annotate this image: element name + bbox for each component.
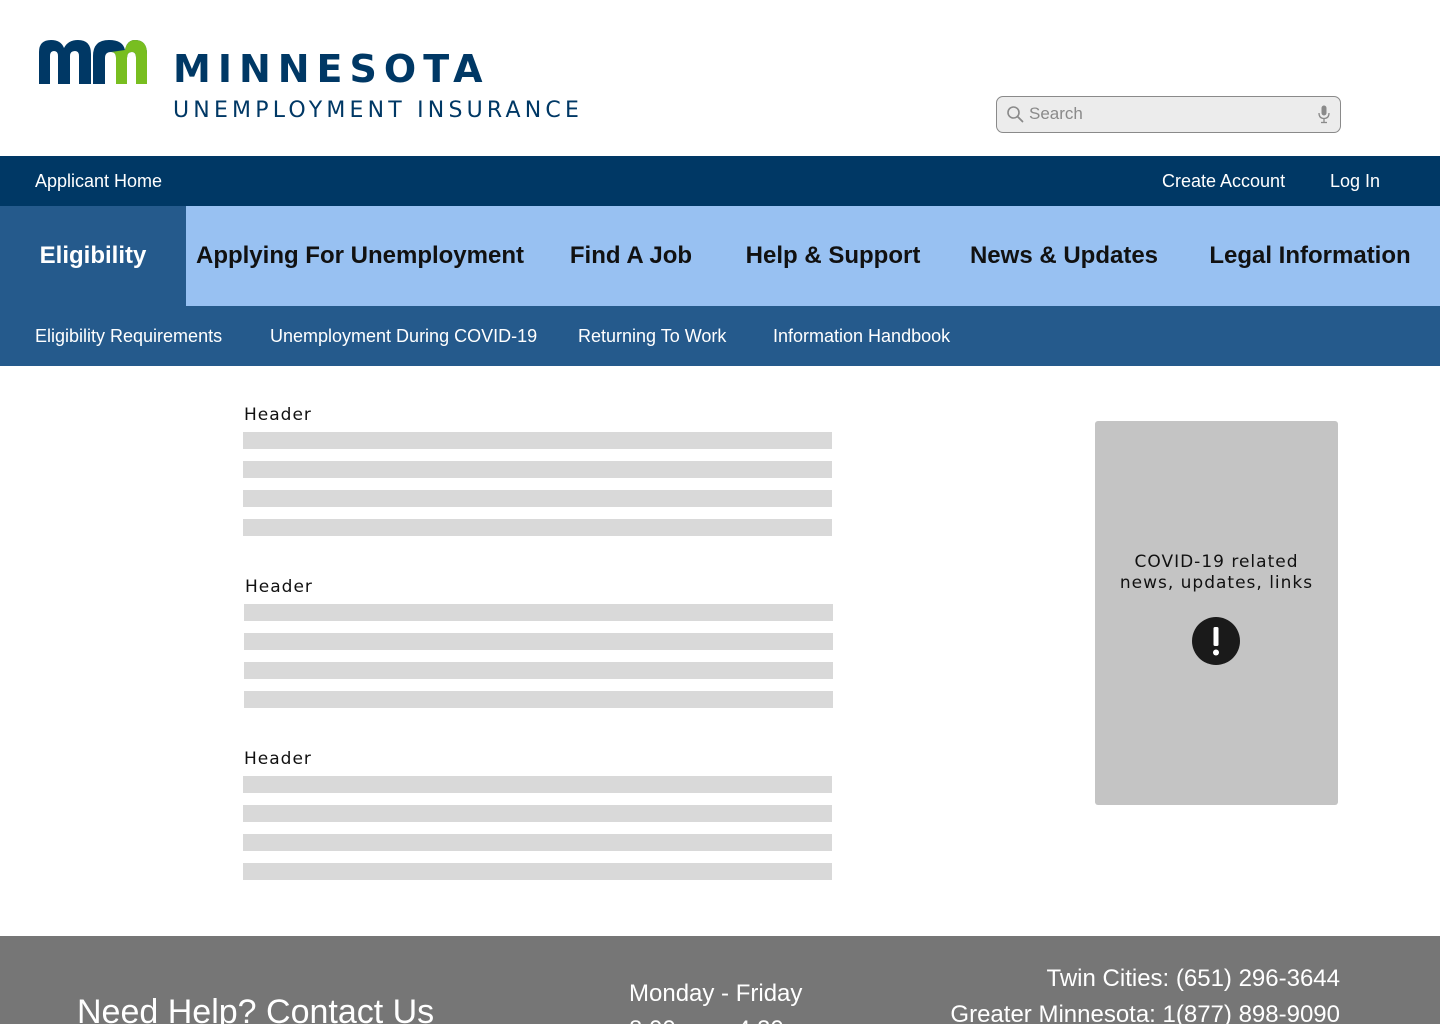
log-in-link[interactable]: Log In xyxy=(1330,171,1380,191)
text-placeholder-line xyxy=(244,604,833,621)
tab-find-a-job[interactable]: Find A Job xyxy=(546,206,716,306)
section-header: Header xyxy=(245,577,313,597)
tab-applying-for-unemployment[interactable]: Applying For Unemployment xyxy=(186,206,534,306)
text-placeholder-line xyxy=(244,633,833,650)
create-account-link[interactable]: Create Account xyxy=(1162,171,1285,191)
microphone-icon[interactable] xyxy=(1318,105,1330,124)
applicant-home-link[interactable]: Applicant Home xyxy=(35,171,162,191)
text-placeholder-line xyxy=(243,519,832,536)
text-placeholder-line xyxy=(243,834,832,851)
site-header: MINNESOTA UNEMPLOYMENT INSURANCE xyxy=(0,0,1440,156)
subnav-returning-to-work[interactable]: Returning To Work xyxy=(578,326,726,346)
text-placeholder-line xyxy=(244,662,833,679)
main-nav: Eligibility Applying For Unemployment Fi… xyxy=(0,206,1440,306)
search-input[interactable] xyxy=(1029,103,1309,125)
covid-info-card[interactable]: COVID-19 related news, updates, links xyxy=(1095,421,1338,805)
hours-time: 8:00 am - 4:30 pm xyxy=(629,1016,824,1024)
subnav-eligibility-requirements[interactable]: Eligibility Requirements xyxy=(35,326,222,346)
text-placeholder-line xyxy=(243,863,832,880)
text-placeholder-line xyxy=(243,490,832,507)
section-header: Header xyxy=(244,749,312,769)
logo-subtitle: UNEMPLOYMENT INSURANCE xyxy=(173,98,584,123)
text-placeholder-line xyxy=(244,691,833,708)
phone-greater-minnesota[interactable]: Greater Minnesota: 1(877) 898-9090 xyxy=(950,1001,1340,1024)
tab-news-updates[interactable]: News & Updates xyxy=(960,206,1168,306)
text-placeholder-line xyxy=(243,805,832,822)
tab-help-support[interactable]: Help & Support xyxy=(733,206,933,306)
search-icon xyxy=(1007,106,1024,123)
exclamation-icon xyxy=(1192,617,1240,665)
covid-card-line1: COVID-19 related xyxy=(1134,552,1299,572)
search-box[interactable] xyxy=(996,96,1341,133)
utility-bar: Applicant Home Create Account Log In xyxy=(0,156,1440,206)
logo-wordmark: MINNESOTA xyxy=(173,47,490,91)
minnesota-logo-icon[interactable] xyxy=(37,36,149,86)
text-placeholder-line xyxy=(243,461,832,478)
text-placeholder-line xyxy=(243,432,832,449)
subnav-information-handbook[interactable]: Information Handbook xyxy=(773,326,950,346)
tab-legal-information[interactable]: Legal Information xyxy=(1196,206,1424,306)
covid-card-text: COVID-19 related news, updates, links xyxy=(1095,552,1338,594)
covid-card-line2: news, updates, links xyxy=(1119,573,1314,593)
phone-twin-cities[interactable]: Twin Cities: (651) 296-3644 xyxy=(1047,965,1340,993)
sub-nav: Eligibility Requirements Unemployment Du… xyxy=(0,306,1440,366)
section-header: Header xyxy=(244,405,312,425)
footer: Need Help? Contact Us Monday - Friday 8:… xyxy=(0,936,1440,1024)
hours-days: Monday - Friday xyxy=(629,980,803,1007)
tab-eligibility[interactable]: Eligibility xyxy=(0,206,186,306)
contact-us-heading[interactable]: Need Help? Contact Us xyxy=(77,992,434,1024)
text-placeholder-line xyxy=(243,776,832,793)
subnav-unemployment-covid-19[interactable]: Unemployment During COVID-19 xyxy=(270,326,537,346)
